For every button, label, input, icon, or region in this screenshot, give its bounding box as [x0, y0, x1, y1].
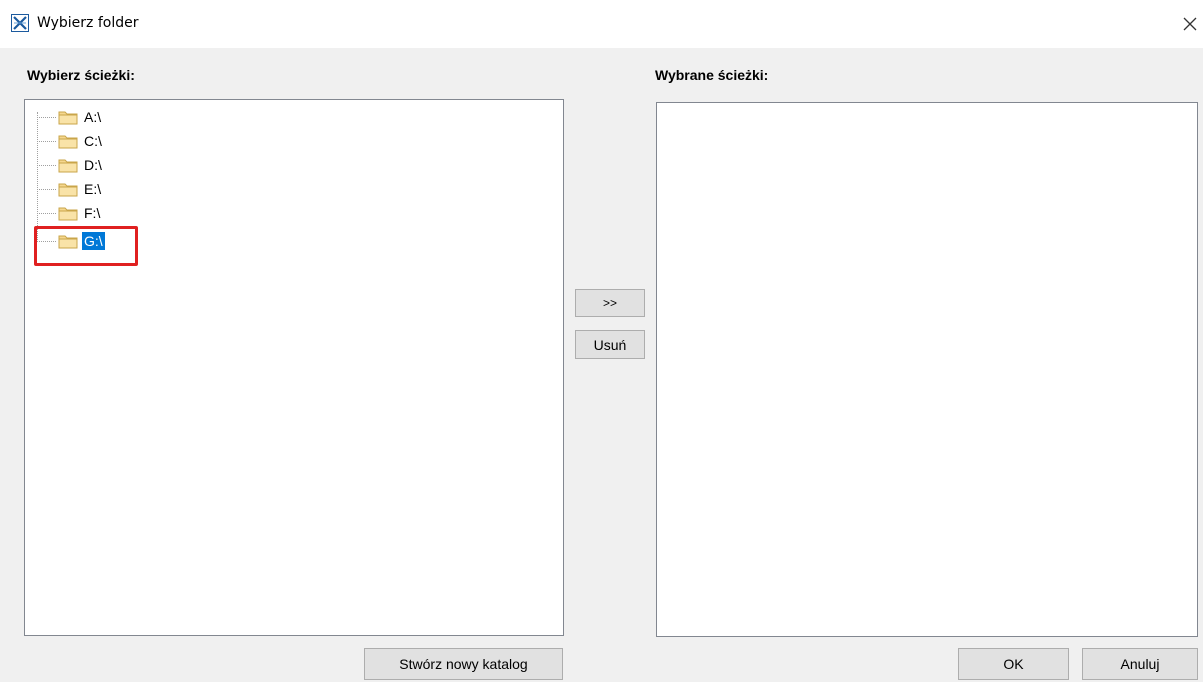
selected-paths-list[interactable] — [656, 102, 1198, 637]
folder-icon — [58, 159, 78, 173]
remove-path-button[interactable]: Usuń — [575, 330, 645, 359]
folder-tree[interactable]: A:\ C:\ D:\ E:\ F:\ G:\ — [24, 99, 564, 636]
ok-button[interactable]: OK — [958, 648, 1069, 680]
app-x-icon — [11, 14, 29, 32]
cancel-button[interactable]: Anuluj — [1082, 648, 1198, 680]
annotation-highlight — [34, 226, 138, 266]
tree-item-e[interactable]: E:\ — [25, 179, 225, 199]
add-path-button[interactable]: >> — [575, 289, 645, 317]
tree-item-f[interactable]: F:\ — [25, 203, 225, 223]
select-paths-label: Wybierz ścieżki: — [27, 67, 135, 83]
tree-item-label: E:\ — [84, 181, 102, 197]
create-folder-button[interactable]: Stwórz nowy katalog — [364, 648, 563, 680]
folder-icon — [58, 135, 78, 149]
folder-icon — [58, 111, 78, 125]
close-icon[interactable] — [1180, 14, 1200, 34]
folder-icon — [58, 183, 78, 197]
folder-icon — [58, 207, 78, 221]
tree-item-label: F:\ — [84, 205, 101, 221]
tree-item-d[interactable]: D:\ — [25, 155, 225, 175]
title-bar: Wybierz folder — [0, 0, 1203, 48]
tree-item-label: D:\ — [84, 157, 102, 173]
window-title: Wybierz folder — [37, 15, 139, 31]
tree-item-label: C:\ — [84, 133, 102, 149]
tree-item-c[interactable]: C:\ — [25, 131, 225, 151]
selected-paths-label: Wybrane ścieżki: — [655, 67, 769, 83]
tree-item-label: A:\ — [84, 109, 102, 125]
tree-item-a[interactable]: A:\ — [25, 107, 225, 127]
